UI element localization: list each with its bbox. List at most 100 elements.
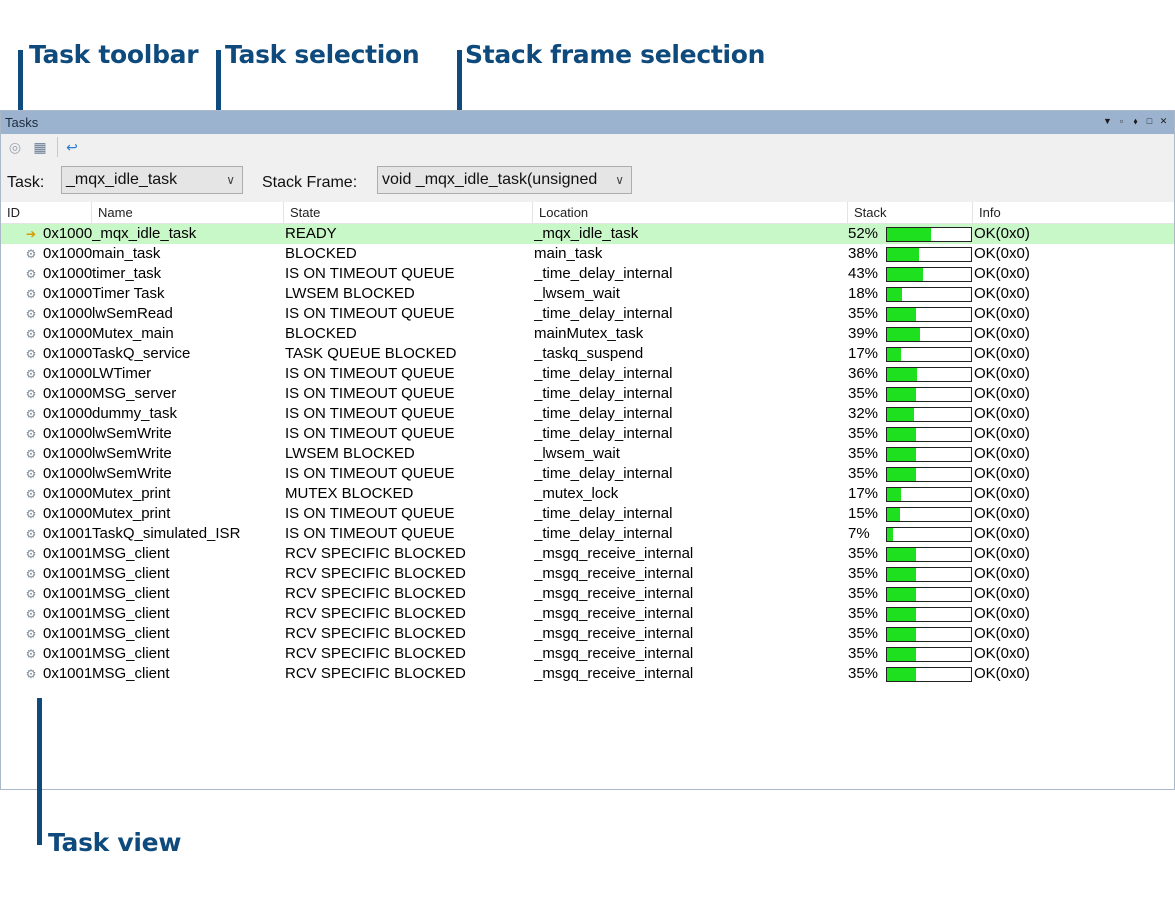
stack-usage-bar-fill	[887, 668, 917, 681]
table-row[interactable]: ⚙ 0x1000 Mutex_print IS ON TIMEOUT QUEUE _ti…	[1, 504, 1174, 524]
table-row[interactable]: ⚙ 0x1001 MSG_client RCV SPECIFIC BLOCKED _ms…	[1, 584, 1174, 604]
stack-usage-bar-fill	[887, 308, 917, 321]
stop-icon[interactable]: ◎	[6, 138, 24, 156]
chevron-down-icon[interactable]: ∨	[226, 167, 235, 193]
table-row[interactable]: ⚙ 0x1001 MSG_client RCV SPECIFIC BLOCKED _ms…	[1, 664, 1174, 684]
task-gear-icon: ⚙	[25, 567, 37, 581]
table-row[interactable]: ⚙ 0x1000 Timer Task LWSEM BLOCKED _lwsem_wai…	[1, 284, 1174, 304]
stack-usage-percent: 35%	[848, 425, 879, 442]
task-name: Mutex_print	[92, 505, 171, 522]
table-row[interactable]: ⚙ 0x1001 MSG_client RCV SPECIFIC BLOCKED _ms…	[1, 644, 1174, 664]
table-row[interactable]: ⚙ 0x1000 Mutex_print MUTEX BLOCKED _mutex_lo…	[1, 484, 1174, 504]
stack-usage-bar-fill	[887, 228, 931, 241]
column-header-state[interactable]: State	[283, 202, 533, 224]
stack-usage-percent: 35%	[848, 465, 879, 482]
task-gear-icon: ⚙	[25, 367, 37, 381]
task-info: OK(0x0)	[974, 365, 1030, 382]
task-name: TaskQ_simulated_ISR	[92, 525, 241, 542]
table-row[interactable]: ⚙ 0x1000 timer_task IS ON TIMEOUT QUEUE _tim…	[1, 264, 1174, 284]
task-gear-icon: ⚙	[25, 467, 37, 481]
chevron-down-icon[interactable]: ∨	[615, 167, 624, 193]
column-header-info[interactable]: Info	[972, 202, 1168, 224]
table-row[interactable]: ⚙ 0x1000 main_task BLOCKED main_task 38% OK(0x…	[1, 244, 1174, 264]
table-row[interactable]: ➔ 0x1000 _mqx_idle_task READY _mqx_idle_task…	[1, 224, 1174, 244]
stack-usage-bar-fill	[887, 508, 900, 521]
stack-selection-callout-label: Stack frame selection	[465, 40, 766, 69]
task-label: Task:	[7, 174, 45, 191]
stack-usage-bar	[886, 667, 972, 682]
stack-usage-percent: 7%	[848, 525, 870, 542]
column-header-stack[interactable]: Stack	[847, 202, 973, 224]
close-icon[interactable]: ✕	[1159, 116, 1168, 126]
task-state: LWSEM BLOCKED	[285, 445, 415, 462]
task-id: 0x1000	[43, 465, 93, 482]
task-name: MSG_server	[92, 385, 177, 402]
table-row[interactable]: ⚙ 0x1000 lwSemWrite IS ON TIMEOUT QUEUE _tim…	[1, 424, 1174, 444]
column-header-id[interactable]: ID	[1, 202, 92, 224]
restore-icon[interactable]: ⬧	[1131, 116, 1140, 126]
table-row[interactable]: ⚙ 0x1000 MSG_server IS ON TIMEOUT QUEUE _tim…	[1, 384, 1174, 404]
task-state: IS ON TIMEOUT QUEUE	[285, 505, 455, 522]
stack-frame-combobox-value: void _mqx_idle_task(unsigned	[382, 171, 598, 188]
task-location: _taskq_suspend	[534, 345, 644, 362]
table-row[interactable]: ⚙ 0x1001 MSG_client RCV SPECIFIC BLOCKED _ms…	[1, 544, 1174, 564]
minimize-icon[interactable]: ▫	[1117, 116, 1126, 126]
stack-usage-percent: 39%	[848, 325, 879, 342]
task-info: OK(0x0)	[974, 565, 1030, 582]
table-row[interactable]: ⚙ 0x1000 lwSemRead IS ON TIMEOUT QUEUE _time…	[1, 304, 1174, 324]
table-row[interactable]: ⚙ 0x1000 Mutex_main BLOCKED mainMutex_task 39…	[1, 324, 1174, 344]
table-row[interactable]: ⚙ 0x1000 dummy_task IS ON TIMEOUT QUEUE _tim…	[1, 404, 1174, 424]
stack-usage-bar	[886, 287, 972, 302]
table-row[interactable]: ⚙ 0x1001 MSG_client RCV SPECIFIC BLOCKED _ms…	[1, 564, 1174, 584]
stack-usage-percent: 35%	[848, 665, 879, 682]
stack-usage-bar	[886, 267, 972, 282]
table-row[interactable]: ⚙ 0x1001 MSG_client RCV SPECIFIC BLOCKED _ms…	[1, 604, 1174, 624]
table-row[interactable]: ⚙ 0x1001 MSG_client RCV SPECIFIC BLOCKED _ms…	[1, 624, 1174, 644]
task-state: MUTEX BLOCKED	[285, 485, 414, 502]
properties-icon[interactable]: ▦	[31, 138, 49, 156]
stack-usage-percent: 35%	[848, 545, 879, 562]
table-row[interactable]: ⚙ 0x1000 lwSemWrite LWSEM BLOCKED _lwsem_wai…	[1, 444, 1174, 464]
task-id: 0x1001	[43, 665, 93, 682]
task-id: 0x1000	[43, 405, 93, 422]
stack-usage-bar-fill	[887, 488, 902, 501]
stack-usage-bar	[886, 367, 972, 382]
stack-usage-bar	[886, 467, 972, 482]
task-gear-icon: ⚙	[25, 347, 37, 361]
stack-usage-percent: 35%	[848, 445, 879, 462]
task-gear-icon: ⚙	[25, 547, 37, 561]
task-location: _mutex_lock	[534, 485, 619, 502]
stack-usage-bar-fill	[887, 568, 917, 581]
task-state: RCV SPECIFIC BLOCKED	[285, 665, 466, 682]
task-info: OK(0x0)	[974, 325, 1030, 342]
table-row[interactable]: ⚙ 0x1001 TaskQ_simulated_ISR IS ON TIMEOUT …	[1, 524, 1174, 544]
task-id: 0x1001	[43, 525, 93, 542]
stack-usage-bar	[886, 547, 972, 562]
column-header-name[interactable]: Name	[91, 202, 284, 224]
view-menu-icon[interactable]: ▼	[1103, 116, 1112, 126]
task-info: OK(0x0)	[974, 645, 1030, 662]
stack-usage-percent: 17%	[848, 485, 879, 502]
task-combobox[interactable]: _mqx_idle_task ∨	[61, 166, 243, 194]
task-info: OK(0x0)	[974, 545, 1030, 562]
task-id: 0x1001	[43, 645, 93, 662]
refresh-icon[interactable]: ↩	[63, 138, 81, 156]
task-info: OK(0x0)	[974, 585, 1030, 602]
task-name: MSG_client	[92, 605, 170, 622]
stack-usage-percent: 17%	[848, 345, 879, 362]
maximize-icon[interactable]: □	[1145, 116, 1154, 126]
task-gear-icon: ⚙	[25, 487, 37, 501]
table-row[interactable]: ⚙ 0x1000 LWTimer IS ON TIMEOUT QUEUE _time_d…	[1, 364, 1174, 384]
task-id: 0x1001	[43, 565, 93, 582]
task-toolbar: ◎ ▦ ↩	[1, 134, 1174, 160]
task-location: _time_delay_internal	[534, 305, 673, 322]
task-location: _time_delay_internal	[534, 525, 673, 542]
table-row[interactable]: ⚙ 0x1000 lwSemWrite IS ON TIMEOUT QUEUE _tim…	[1, 464, 1174, 484]
stack-frame-combobox[interactable]: void _mqx_idle_task(unsigned ∨	[377, 166, 632, 194]
table-row[interactable]: ⚙ 0x1000 TaskQ_service TASK QUEUE BLOCKED _t…	[1, 344, 1174, 364]
task-info: OK(0x0)	[974, 265, 1030, 282]
task-info: OK(0x0)	[974, 605, 1030, 622]
column-header-location[interactable]: Location	[532, 202, 848, 224]
task-gear-icon: ⚙	[25, 247, 37, 261]
stack-usage-bar	[886, 527, 972, 542]
